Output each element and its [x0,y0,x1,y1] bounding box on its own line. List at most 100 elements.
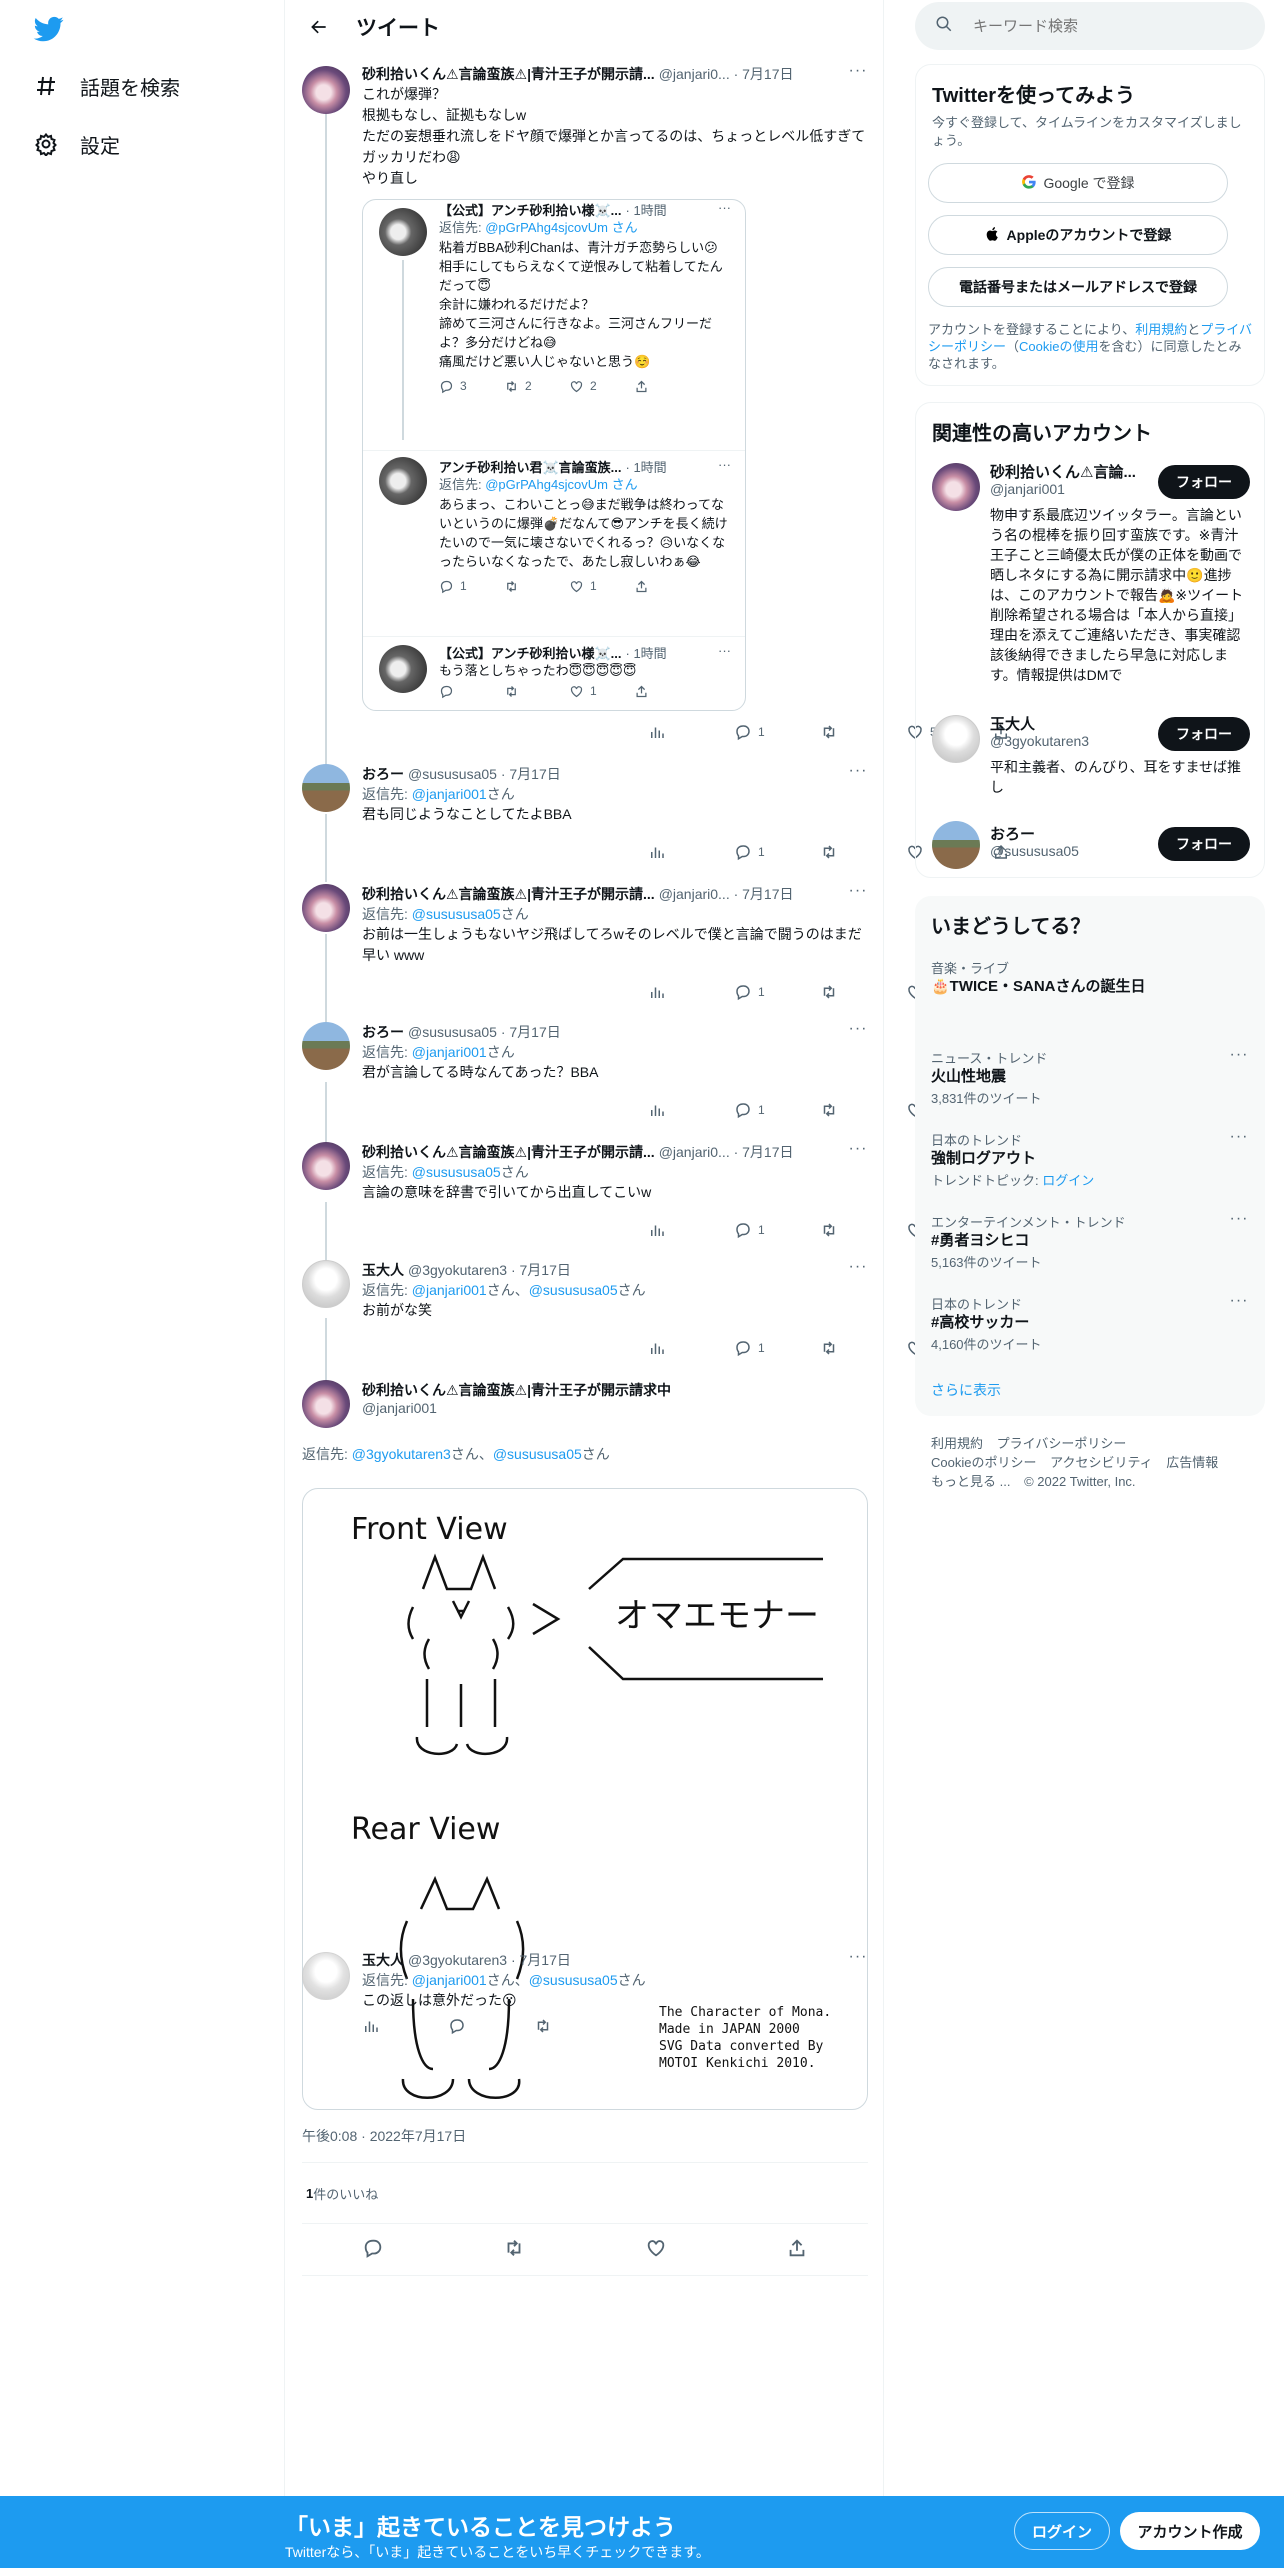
analytics-button[interactable] [362,2017,448,2035]
retweet-button[interactable] [503,2237,525,2263]
show-more-link[interactable]: さらに表示 [931,1380,1001,1400]
avatar[interactable] [379,457,427,505]
avatar[interactable] [379,208,427,256]
retweet-button[interactable]: 2 [504,377,569,395]
quoted-thread-card[interactable]: 【公式】アンチ砂利拾い様☠️... · 1時間 ··· 返信先: @pGrPAhg… [362,199,746,711]
avatar[interactable] [302,1142,350,1190]
mention-link[interactable]: @susususa05 [412,1164,501,1180]
share-button[interactable] [634,577,699,595]
mention-link[interactable]: @susususa05 [412,906,501,922]
thread-post[interactable]: おろー @susususa05 · 7月17日 ··· 返信先: @janjari… [286,1021,1007,1150]
footer-link[interactable]: もっと見る ... [931,1474,1010,1489]
apple-signup-button[interactable]: Appleのアカウントで登録 [928,215,1228,255]
tweet-timestamp[interactable]: 午後0:08 · 2022年7月17日 [302,2126,466,2146]
trend-item[interactable]: ニュース・トレンド ··· 火山性地震 3,831件のツイート [931,1047,1249,1107]
google-signup-button[interactable]: Google で登録 [928,163,1228,203]
reply-button[interactable] [362,2237,384,2263]
like-button[interactable] [645,2237,667,2263]
follow-button[interactable]: フォロー [1158,717,1250,751]
related-account[interactable]: おろー @susususa05 フォロー [932,819,1250,871]
reply-button[interactable]: 1 [734,843,820,861]
avatar[interactable] [302,1380,350,1428]
mention-link[interactable]: @janjari001 [412,1044,487,1060]
retweet-button[interactable] [820,1221,906,1239]
retweet-button[interactable] [534,2017,620,2035]
more-icon[interactable]: ··· [1229,1129,1249,1150]
share-button[interactable] [786,2237,808,2263]
related-account[interactable]: 玉大人 @3gyokutaren3 平和主義者、のんびり、耳をすませば推し フォ… [932,713,1250,795]
footer-link[interactable]: 広告情報 [1166,1455,1218,1470]
avatar[interactable] [302,1952,350,2000]
login-button[interactable]: ログイン [1014,2512,1110,2550]
trend-item[interactable]: エンターテインメント・トレンド ··· #勇者ヨシヒコ 5,163件のツイート [931,1211,1249,1271]
avatar[interactable] [379,645,427,693]
share-button[interactable] [634,682,699,700]
like-button[interactable]: 1 [569,682,634,700]
avatar[interactable] [932,715,980,763]
author-name[interactable]: 砂利拾いくん⚠言論蛮族⚠|青汁王子が開示請求中 [362,1380,868,1400]
mention-link[interactable]: @pGrPAhg4sjcovUm [485,477,608,492]
trend-item[interactable]: 日本のトレンド ··· 強制ログアウト トレンドトピック: ログイン [931,1129,1249,1189]
analytics-button[interactable] [648,723,734,741]
more-icon[interactable]: ··· [718,457,731,472]
more-icon[interactable]: ··· [848,883,868,904]
more-icon[interactable]: ··· [1229,1047,1249,1068]
author-handle[interactable]: @janjari001 [362,1400,868,1416]
follow-button[interactable]: フォロー [1158,827,1250,861]
related-account[interactable]: 砂利拾いくん⚠言論... @janjari001 物申す系最底辺ツイッタラー。言… [932,461,1250,701]
more-icon[interactable]: ··· [848,1259,868,1280]
reply-button[interactable]: 3 [439,377,504,395]
like-button[interactable]: 2 [569,377,634,395]
reply-button[interactable]: 1 [734,983,820,1001]
retweet-button[interactable] [820,843,906,861]
nav-settings[interactable]: 設定 [32,124,120,164]
more-icon[interactable]: ··· [718,200,731,215]
mention-link[interactable]: @pGrPAhg4sjcovUm [485,220,608,235]
avatar[interactable] [302,764,350,812]
retweet-button[interactable] [820,723,906,741]
reply-button[interactable]: 1 [439,577,504,595]
quoted-tweet[interactable]: 【公式】アンチ砂利拾い様☠️... · 1時間 ··· 返信先: @pGrPAhg… [363,200,745,442]
more-icon[interactable]: ··· [848,1141,868,1162]
more-icon[interactable]: ··· [848,1949,868,1970]
trend-topic-link[interactable]: ログイン [1042,1173,1094,1188]
mention-link[interactable]: @janjari001 [412,786,487,802]
thread-post[interactable]: おろー @susususa05 · 7月17日 ··· 返信先: @janjari… [286,763,1007,882]
avatar[interactable] [302,1022,350,1070]
retweet-button[interactable] [820,983,906,1001]
more-icon[interactable]: ··· [848,63,868,84]
analytics-button[interactable] [648,1101,734,1119]
footer-link[interactable]: 利用規約 [931,1436,983,1451]
analytics-button[interactable] [648,843,734,861]
reply-button[interactable]: 1 [734,723,820,741]
footer-link[interactable]: Cookieのポリシー [931,1455,1036,1470]
footer-link[interactable]: プライバシーポリシー [997,1436,1127,1451]
search-input[interactable] [973,17,1253,35]
nav-explore[interactable]: 話題を検索 [32,66,180,106]
author-name[interactable]: 砂利拾いくん⚠言論蛮族⚠|青汁王子が開示請... [362,64,655,84]
reply-button[interactable]: 1 [734,1221,820,1239]
back-arrow-icon[interactable] [302,10,336,44]
overlay-reply[interactable]: 玉大人 @3gyokutaren3 · 7月17日 ··· 返信先: @janja… [286,1948,884,2058]
more-icon[interactable]: ··· [848,763,868,784]
reply-button[interactable]: 1 [734,1339,820,1357]
reply-button[interactable] [439,682,504,700]
avatar[interactable] [302,66,350,114]
mention-link[interactable]: @susususa05 [529,1282,618,1298]
trend-item[interactable]: 音楽・ライブ 🎂TWICE・SANAさんの誕生日 [931,958,1249,998]
more-icon[interactable]: ··· [718,643,731,658]
avatar[interactable] [302,884,350,932]
author-name[interactable]: 砂利拾いくん⚠言論蛮族⚠|青汁王子が開示請... [362,1142,655,1162]
thread-post[interactable]: 砂利拾いくん⚠言論蛮族⚠|青汁王子が開示請... @janjari0... · 7… [286,1141,1007,1266]
share-button[interactable] [634,377,699,395]
terms-link[interactable]: 利用規約 [1135,322,1187,337]
reply-button[interactable] [448,2017,534,2035]
retweet-button[interactable] [820,1101,906,1119]
like-button[interactable]: 1 [569,577,634,595]
reply-button[interactable]: 1 [734,1101,820,1119]
analytics-button[interactable] [648,983,734,1001]
account-name[interactable]: 砂利拾いくん⚠言論... [990,461,1150,481]
search-box[interactable] [915,2,1265,50]
quoted-tweet[interactable]: アンチ砂利拾い君☠️言論蛮族... · 1時間 ··· 返信先: @pGrPAhg… [363,450,745,636]
mention-link[interactable]: @susususa05 [529,1972,618,1988]
